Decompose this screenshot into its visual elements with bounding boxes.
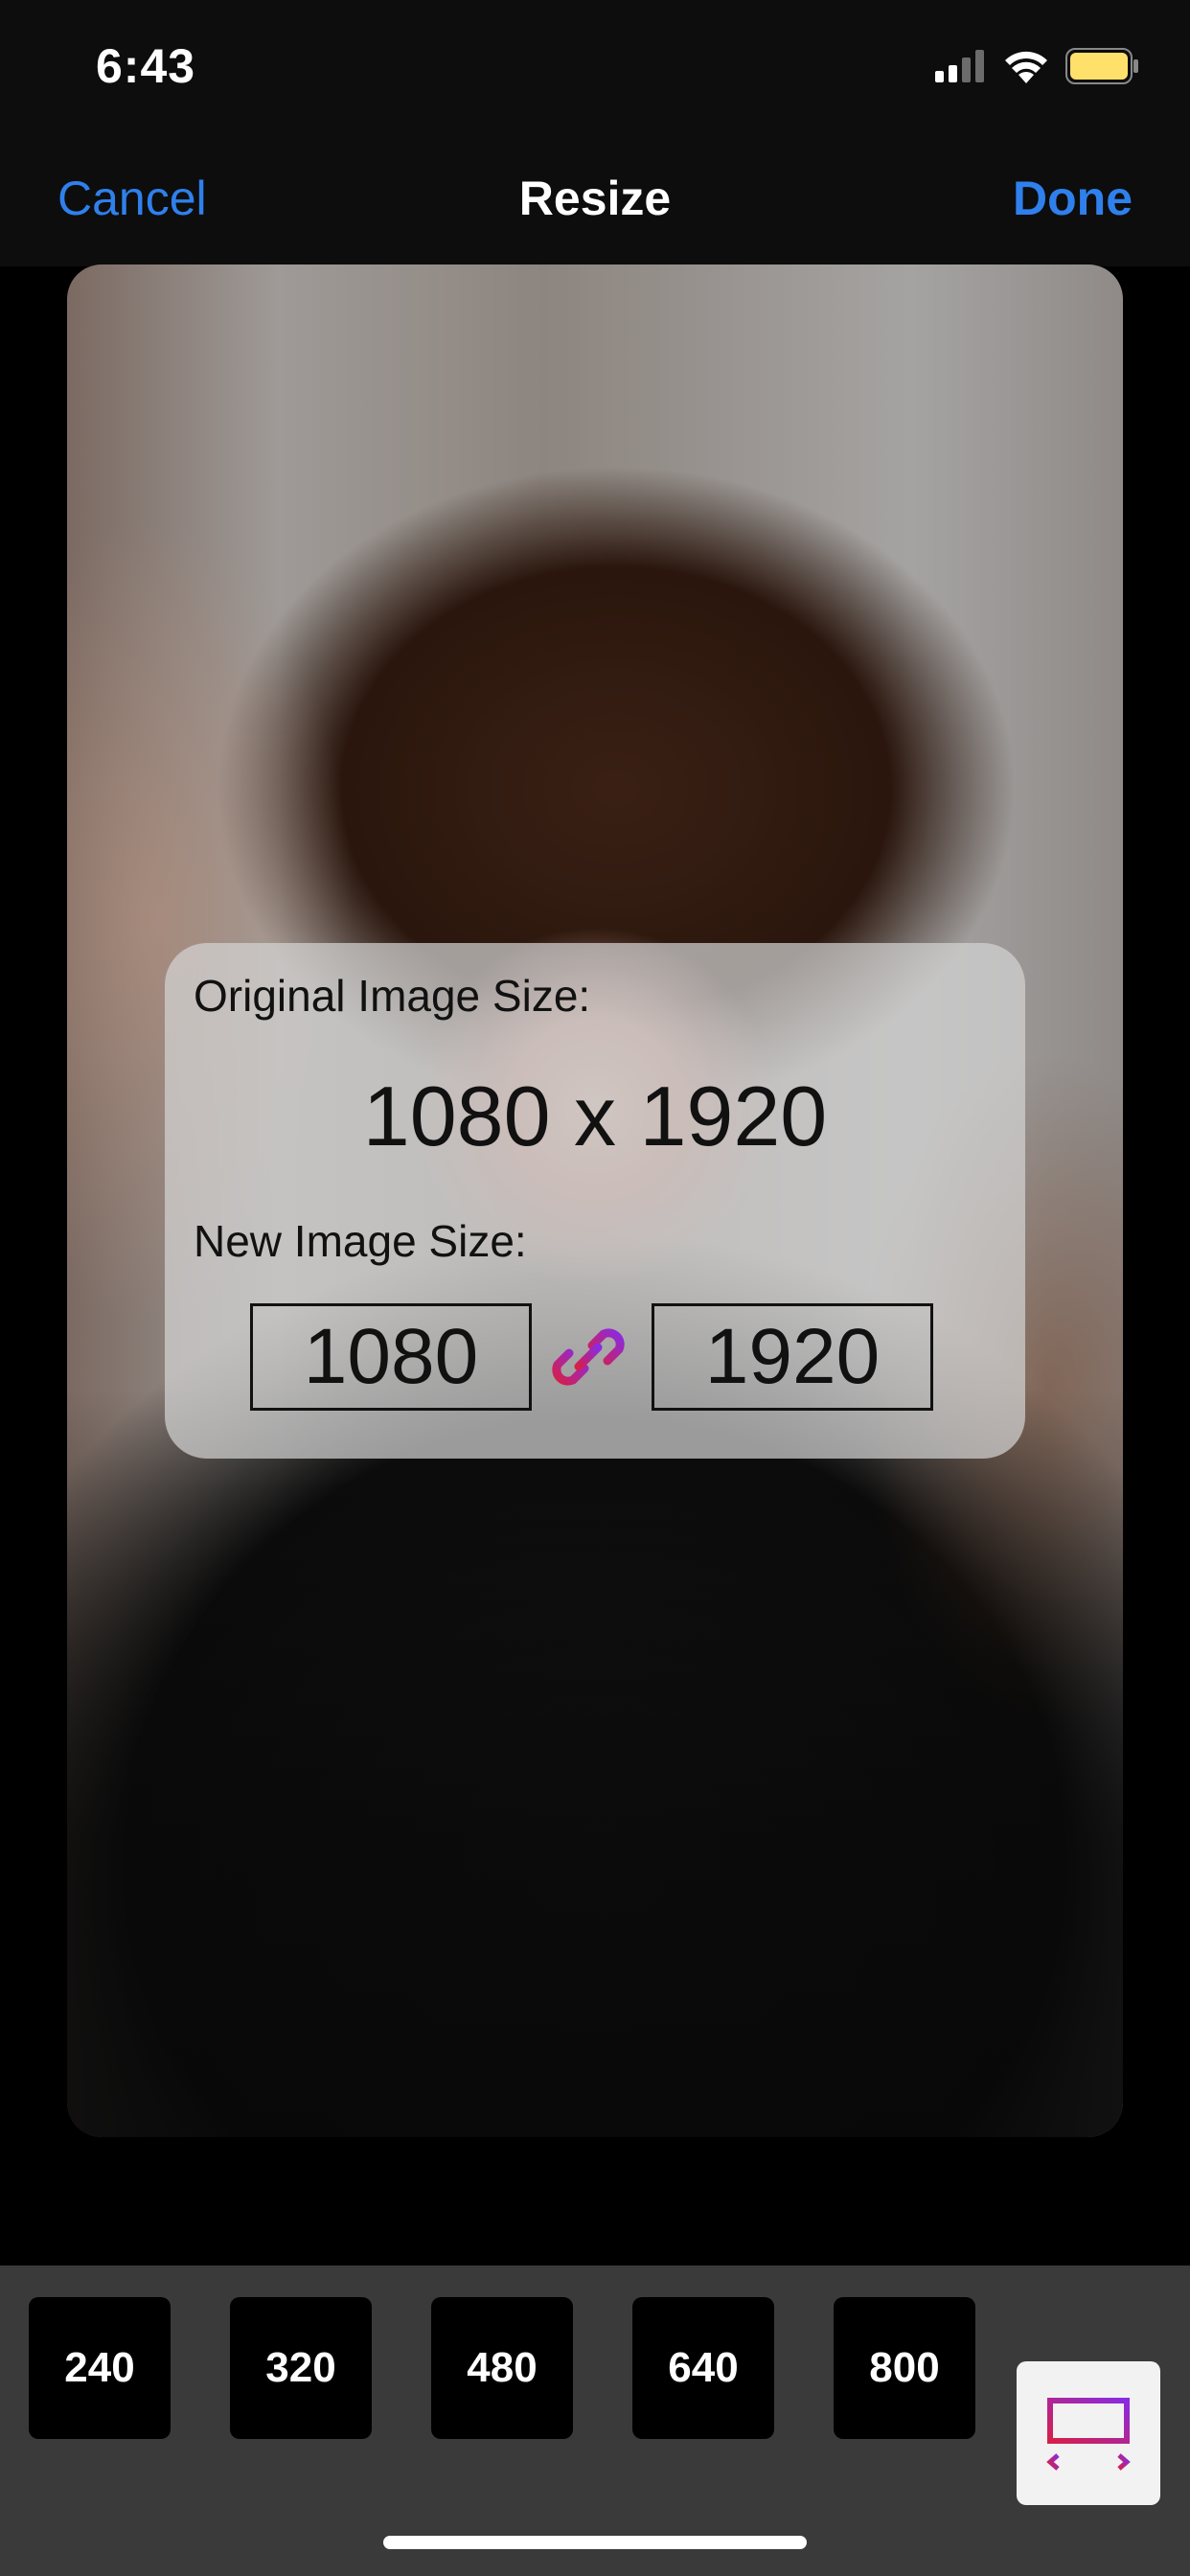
preset-button-800[interactable]: 800: [834, 2297, 975, 2439]
cellular-signal-icon: [935, 50, 984, 82]
battery-icon: [1065, 48, 1138, 84]
nav-bar: Cancel Resize Done: [0, 144, 1190, 266]
link-icon[interactable]: [550, 1319, 627, 1395]
status-icons: [933, 48, 1140, 84]
width-input[interactable]: [250, 1303, 532, 1411]
page-title: Resize: [518, 172, 672, 225]
preset-button-320[interactable]: 320: [230, 2297, 372, 2439]
wifi-icon: [1005, 51, 1047, 83]
preset-button-240[interactable]: 240: [29, 2297, 171, 2439]
new-size-label: New Image Size:: [194, 1216, 527, 1266]
home-indicator: [383, 2536, 807, 2549]
resize-tool-button[interactable]: [1017, 2361, 1160, 2505]
done-button[interactable]: Done: [1013, 171, 1133, 226]
status-bar: 6:43: [0, 0, 1190, 144]
original-size-label: Original Image Size:: [194, 971, 591, 1021]
height-input[interactable]: [652, 1303, 933, 1411]
preset-button-480[interactable]: 480: [431, 2297, 573, 2439]
resize-width-icon: [1043, 2398, 1133, 2471]
preset-button-640[interactable]: 640: [632, 2297, 774, 2439]
preset-toolbar: 240 320 480 640 800: [0, 2266, 1190, 2576]
resize-panel: Original Image Size: 1080 x 1920 New Ima…: [165, 943, 1025, 1459]
status-time: 6:43: [96, 39, 196, 93]
original-size-value: 1080 x 1920: [362, 1069, 828, 1163]
